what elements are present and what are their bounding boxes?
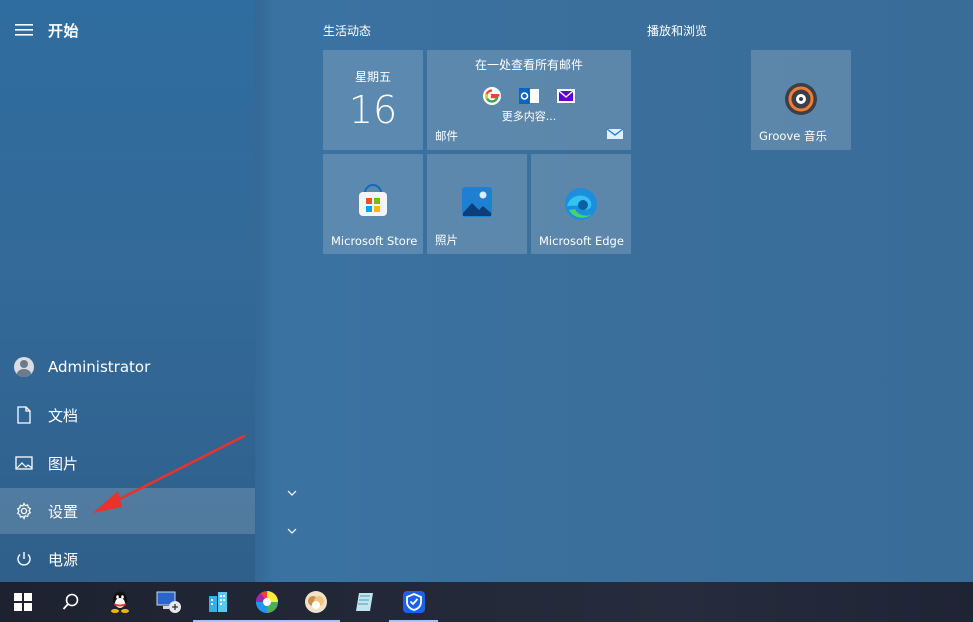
- photos-icon: [461, 186, 493, 222]
- chevron-down-icon[interactable]: [287, 524, 297, 537]
- baidu-netdisk-icon[interactable]: [291, 582, 340, 622]
- pictures-icon: [0, 455, 48, 471]
- remote-desktop-icon[interactable]: [144, 582, 193, 622]
- group-title-life[interactable]: 生活动态: [323, 22, 371, 39]
- notepad-app-icon[interactable]: [340, 582, 389, 622]
- mail-more-content: 更多内容...: [501, 110, 557, 123]
- tile-calendar[interactable]: 星期五 16: [323, 50, 423, 150]
- mail-envelope-icon: [606, 125, 624, 144]
- calendar-day-number: 16: [348, 88, 398, 132]
- rail-item-account[interactable]: Administrator: [0, 344, 255, 390]
- hamburger-menu-icon[interactable]: [0, 23, 48, 37]
- start-menu: 开始 Administrator 文档 图片 设置 电源 生活动态 播放和浏览 …: [0, 0, 973, 582]
- gear-icon: [0, 502, 48, 520]
- tile-photos[interactable]: 照片: [427, 154, 527, 254]
- shield-security-icon[interactable]: [389, 582, 438, 622]
- store-bag-icon: [356, 184, 390, 222]
- search-icon[interactable]: [46, 582, 95, 622]
- qq-icon[interactable]: [95, 582, 144, 622]
- tile-groove-music[interactable]: Groove 音乐: [751, 50, 851, 150]
- buildings-app-icon[interactable]: [193, 582, 242, 622]
- tile-label: Microsoft Edge: [539, 234, 624, 248]
- tile-label: Microsoft Store: [331, 234, 418, 248]
- tile-microsoft-store[interactable]: Microsoft Store: [323, 154, 423, 254]
- rail-item-label: 电源: [48, 550, 79, 569]
- tile-mail[interactable]: 在一处查看所有邮件 更多内容... 邮件: [427, 50, 631, 150]
- tile-label: 照片: [435, 233, 458, 247]
- yahoo-mail-icon: [556, 86, 576, 110]
- color-wheel-app-icon[interactable]: [242, 582, 291, 622]
- rail-item-settings[interactable]: 设置: [0, 488, 255, 534]
- tile-label: 邮件: [435, 129, 458, 143]
- edge-browser-icon: [563, 186, 599, 226]
- calendar-weekday: 星期五: [354, 70, 391, 84]
- tile-microsoft-edge[interactable]: Microsoft Edge: [531, 154, 631, 254]
- start-menu-title: 开始: [48, 21, 80, 40]
- taskbar: [0, 582, 973, 622]
- start-menu-header: 开始: [0, 12, 79, 48]
- groove-music-icon: [784, 82, 818, 120]
- google-icon: [482, 86, 502, 110]
- rail-item-label: 文档: [48, 406, 79, 425]
- rail-item-power[interactable]: 电源: [0, 536, 255, 582]
- windows-start-icon[interactable]: [0, 582, 46, 622]
- rail-item-documents[interactable]: 文档: [0, 392, 255, 438]
- rail-item-pictures[interactable]: 图片: [0, 440, 255, 486]
- rail-item-label: 设置: [48, 502, 79, 521]
- user-avatar-icon: [14, 357, 34, 377]
- group-title-play[interactable]: 播放和浏览: [647, 22, 707, 39]
- rail-item-label: Administrator: [48, 358, 151, 376]
- power-icon: [0, 550, 48, 568]
- document-icon: [0, 406, 48, 424]
- tile-label: Groove 音乐: [759, 129, 827, 143]
- chevron-down-icon[interactable]: [287, 486, 297, 499]
- rail-item-label: 图片: [48, 454, 79, 473]
- outlook-icon: [518, 86, 540, 110]
- mail-header: 在一处查看所有邮件: [474, 58, 583, 72]
